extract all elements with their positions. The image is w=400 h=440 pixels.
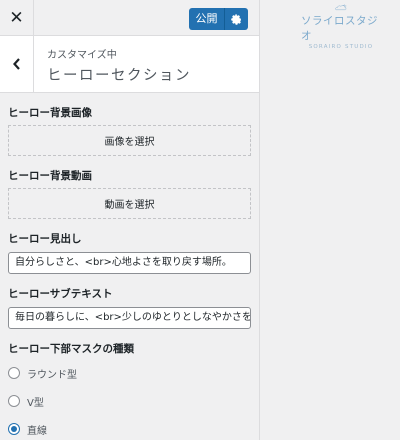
section-header: カスタマイズ中 ヒーローセクション xyxy=(0,36,259,93)
close-icon: ✕ xyxy=(9,8,24,28)
radio-v[interactable] xyxy=(8,395,20,407)
gear-icon xyxy=(231,13,241,25)
site-logo[interactable]: ソライロスタジオ SORAIRO STUDIO xyxy=(301,4,381,50)
heading-input[interactable]: 自分らしさと、<br>心地よさを取り戻す場所。 xyxy=(8,252,251,274)
select-video-button[interactable]: 動画を選択 xyxy=(8,188,251,219)
radio-round[interactable] xyxy=(8,367,20,379)
mask-type-label: ヒーロー下部マスクの種類 xyxy=(8,343,134,355)
logo-subtext: SORAIRO STUDIO xyxy=(308,44,374,50)
logo-text: ソライロスタジオ xyxy=(301,15,378,42)
radio-label: ラウンド型 xyxy=(27,369,77,381)
bg-video-label: ヒーロー背景動画 xyxy=(8,170,92,182)
customizer-panel: ✕ 公開 カスタマイズ中 ヒーローセクション ヒーロー背景画像 画像を選択 ヒー… xyxy=(0,0,260,440)
radio-label: 直線 xyxy=(27,425,47,437)
subtext-input[interactable]: 毎日の暮らしに、<br>少しのゆとりとしなやかさを xyxy=(8,307,251,329)
select-image-button[interactable]: 画像を選択 xyxy=(8,125,251,156)
subtext-label: ヒーローサブテキスト xyxy=(8,288,113,300)
site-preview: ソライロスタジオ SORAIRO STUDIO xyxy=(261,0,400,440)
close-button[interactable]: ✕ xyxy=(0,0,34,36)
bg-image-label: ヒーロー背景画像 xyxy=(8,107,92,119)
section-title: ヒーローセクション xyxy=(47,68,191,84)
cloud-sun-logo-icon xyxy=(335,4,347,11)
mask-option-v[interactable]: V型 xyxy=(8,393,251,409)
customizer-header: ✕ 公開 xyxy=(0,0,259,36)
chevron-left-icon xyxy=(12,58,20,70)
heading-label: ヒーロー見出し xyxy=(8,233,82,245)
section-subtitle: カスタマイズ中 xyxy=(47,50,117,61)
back-button[interactable] xyxy=(0,36,34,92)
publish-button[interactable]: 公開 xyxy=(189,8,248,30)
radio-straight[interactable] xyxy=(8,423,20,435)
mask-option-straight[interactable]: 直線 xyxy=(8,421,251,437)
publish-label[interactable]: 公開 xyxy=(189,8,225,30)
publish-settings-button[interactable] xyxy=(225,13,248,25)
radio-label: V型 xyxy=(27,397,44,409)
mask-option-round[interactable]: ラウンド型 xyxy=(8,365,251,381)
controls-list: ヒーロー背景画像 画像を選択 ヒーロー背景動画 動画を選択 ヒーロー見出し 自分… xyxy=(0,106,259,437)
